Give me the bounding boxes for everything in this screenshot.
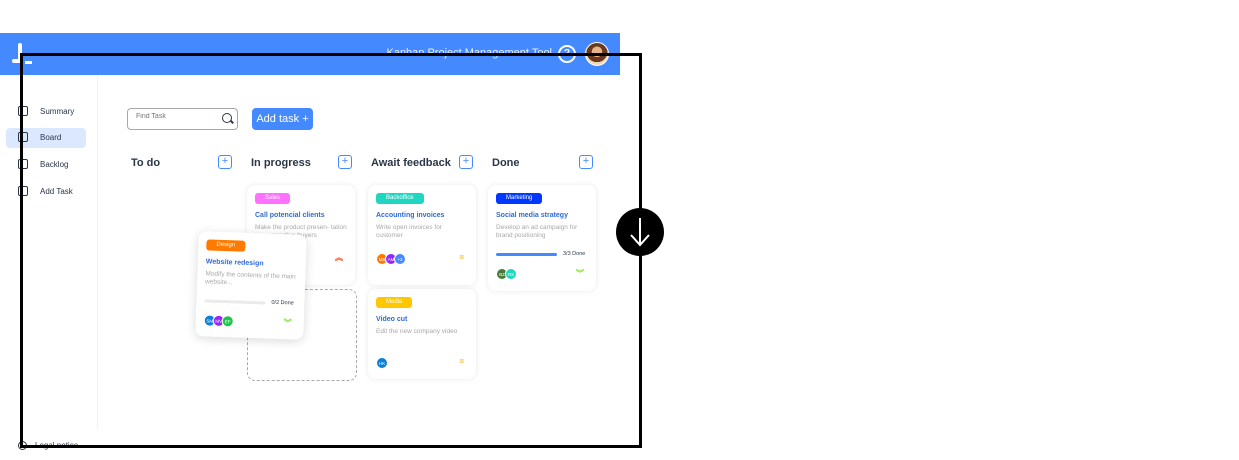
highlight-frame (20, 53, 642, 448)
scroll-down-arrow-icon[interactable] (616, 208, 664, 256)
